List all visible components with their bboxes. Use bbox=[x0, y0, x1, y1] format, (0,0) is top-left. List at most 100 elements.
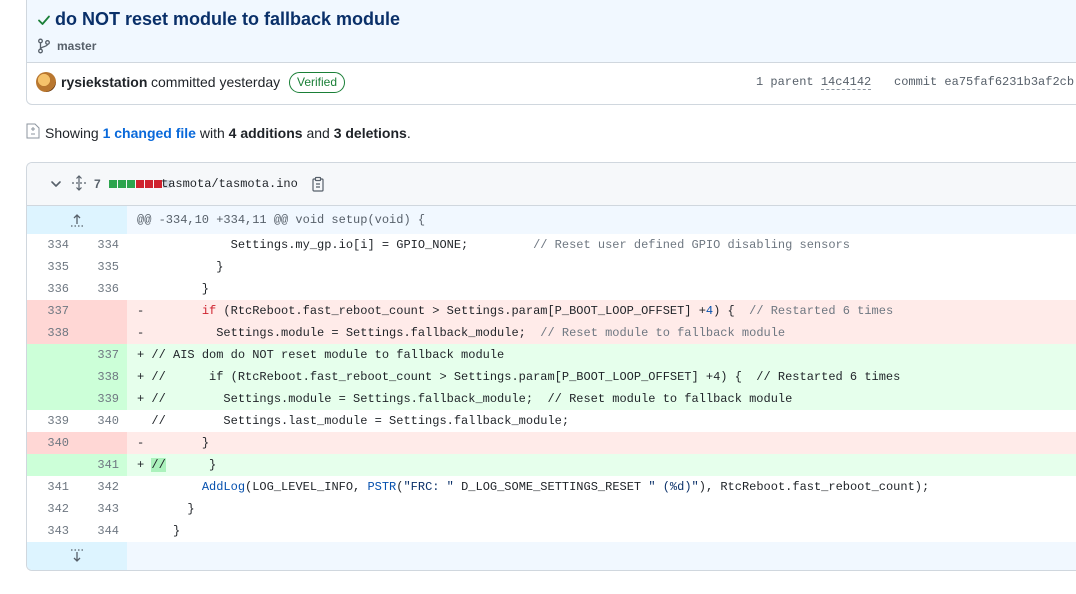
old-line-number[interactable]: 336 bbox=[27, 278, 77, 300]
diffstat-block-add bbox=[118, 180, 126, 188]
deletions-count: 3 deletions bbox=[333, 125, 407, 141]
new-line-number[interactable] bbox=[77, 432, 127, 454]
line-code: } bbox=[137, 260, 224, 274]
old-line-number[interactable]: 338 bbox=[27, 322, 77, 344]
new-line-number[interactable]: 336 bbox=[77, 278, 127, 300]
new-line-number[interactable]: 342 bbox=[77, 476, 127, 498]
expand-down-gutter[interactable] bbox=[27, 542, 127, 570]
line-code: + // Settings.module = Settings.fallback… bbox=[127, 388, 1076, 410]
diff-line-ctx: 335 335 } bbox=[27, 256, 1076, 278]
line-code: + // AIS dom do NOT reset module to fall… bbox=[127, 344, 1076, 366]
commit-header: do NOT reset module to fallback module m… bbox=[26, 0, 1076, 105]
line-code: } bbox=[137, 282, 210, 296]
diff-line-add: 341 + // } bbox=[27, 454, 1076, 476]
new-line-number[interactable]: 341 bbox=[77, 454, 127, 476]
diff-line-del: 340 - } bbox=[27, 432, 1076, 454]
old-line-number[interactable] bbox=[27, 344, 77, 366]
old-line-number[interactable]: 343 bbox=[27, 520, 77, 542]
hunk-header: @@ -334,10 +334,11 @@ void setup(void) { bbox=[127, 206, 1076, 234]
file-path[interactable]: tasmota/tasmota.ino bbox=[161, 177, 298, 191]
new-line-number[interactable] bbox=[77, 300, 127, 322]
new-line-number[interactable]: 338 bbox=[77, 366, 127, 388]
expand-up-icon[interactable] bbox=[70, 212, 84, 228]
line-code: - if (RtcReboot.fast_reboot_count > Sett… bbox=[127, 300, 1076, 322]
expand-down-icon[interactable] bbox=[70, 548, 84, 564]
unfold-icon[interactable] bbox=[71, 175, 87, 191]
diffstat-block-del bbox=[136, 180, 144, 188]
diff-line-del: 337 - if (RtcReboot.fast_reboot_count > S… bbox=[27, 300, 1076, 322]
old-line-number[interactable]: 341 bbox=[27, 476, 77, 498]
additions-count: 4 additions bbox=[228, 125, 303, 141]
diff-line-add: 337 + // AIS dom do NOT reset module to f… bbox=[27, 344, 1076, 366]
diffstat-block-add bbox=[127, 180, 135, 188]
diff-count: 7 bbox=[94, 177, 101, 191]
summary-prefix: Showing bbox=[45, 125, 99, 141]
diff-line-add: 338 + // if (RtcReboot.fast_reboot_count … bbox=[27, 366, 1076, 388]
file-diff-icon bbox=[26, 123, 40, 139]
old-line-number[interactable]: 334 bbox=[27, 234, 77, 256]
commit-title-bar: do NOT reset module to fallback module m… bbox=[27, 0, 1076, 63]
commit-title: do NOT reset module to fallback module bbox=[55, 9, 401, 29]
branch-link[interactable]: master bbox=[57, 39, 96, 53]
check-icon bbox=[38, 15, 50, 25]
copy-icon[interactable] bbox=[311, 176, 325, 192]
line-code: // Settings.last_module = Settings.fallb… bbox=[137, 414, 570, 428]
diff-line-del: 338 - Settings.module = Settings.fallback… bbox=[27, 322, 1076, 344]
old-line-number[interactable]: 339 bbox=[27, 410, 77, 432]
verified-badge[interactable]: Verified bbox=[289, 72, 346, 93]
hunk-header-row: @@ -334,10 +334,11 @@ void setup(void) { bbox=[27, 206, 1076, 234]
commit-label: commit bbox=[894, 75, 938, 89]
diffstat-block-del bbox=[145, 180, 153, 188]
chevron-down-icon[interactable] bbox=[49, 177, 63, 191]
old-line-number[interactable]: 340 bbox=[27, 432, 77, 454]
commit-meta: rysiekstation committed yesterday Verifi… bbox=[27, 63, 1076, 105]
diff-line-ctx: 336 336 } bbox=[27, 278, 1076, 300]
line-code: + // if (RtcReboot.fast_reboot_count > S… bbox=[127, 366, 1076, 388]
diffstat-block-add bbox=[109, 180, 117, 188]
line-code: } bbox=[137, 502, 195, 516]
line-code: - Settings.module = Settings.fallback_mo… bbox=[127, 322, 1076, 344]
old-line-number[interactable] bbox=[27, 454, 77, 476]
diff-line-ctx: 334 334 Settings.my_gp.io[i] = GPIO_NONE;… bbox=[27, 234, 1076, 256]
new-line-number[interactable]: 343 bbox=[77, 498, 127, 520]
new-line-number[interactable]: 335 bbox=[77, 256, 127, 278]
summary-end: . bbox=[406, 125, 411, 141]
changed-files-link[interactable]: 1 changed file bbox=[103, 125, 196, 141]
diff-table: @@ -334,10 +334,11 @@ void setup(void) {… bbox=[27, 206, 1076, 570]
new-line-number[interactable] bbox=[77, 322, 127, 344]
parent-label: 1 parent bbox=[756, 75, 814, 89]
author-link[interactable]: rysiekstation bbox=[61, 74, 147, 90]
hunk-footer-row bbox=[27, 542, 1076, 570]
expand-up-gutter[interactable] bbox=[27, 206, 127, 234]
line-code: - } bbox=[127, 432, 1076, 454]
parent-info: 1 parent 14c4142 bbox=[756, 75, 872, 90]
summary-text: Showing 1 changed file with 4 additions … bbox=[45, 125, 411, 141]
avatar[interactable] bbox=[36, 72, 56, 92]
parent-sha-link[interactable]: 14c4142 bbox=[820, 75, 872, 90]
commit-sha: commit ea75faf6231b3af2cb bbox=[894, 75, 1074, 89]
line-code: Settings.my_gp.io[i] = GPIO_NONE; // Res… bbox=[137, 238, 850, 252]
committed-time: committed yesterday bbox=[151, 74, 281, 90]
summary-and: and bbox=[306, 125, 330, 141]
new-line-number[interactable]: 344 bbox=[77, 520, 127, 542]
line-code: } bbox=[137, 524, 181, 538]
diff-line-ctx: 341 342 AddLog(LOG_LEVEL_INFO, PSTR("FRC:… bbox=[27, 476, 1076, 498]
diff-line-ctx: 343 344 } bbox=[27, 520, 1076, 542]
old-line-number[interactable]: 342 bbox=[27, 498, 77, 520]
line-code: + // } bbox=[127, 454, 1076, 476]
new-line-number[interactable]: 337 bbox=[77, 344, 127, 366]
new-line-number[interactable]: 340 bbox=[77, 410, 127, 432]
hunk-footer bbox=[127, 542, 1076, 570]
old-line-number[interactable]: 337 bbox=[27, 300, 77, 322]
old-line-number[interactable] bbox=[27, 366, 77, 388]
old-line-number[interactable] bbox=[27, 388, 77, 410]
diff-line-add: 339 + // Settings.module = Settings.fallb… bbox=[27, 388, 1076, 410]
diff-line-ctx: 339 340 // Settings.last_module = Setting… bbox=[27, 410, 1076, 432]
file-header: 7 tasmota/tasmota.ino bbox=[27, 163, 1076, 206]
diff-line-ctx: 342 343 } bbox=[27, 498, 1076, 520]
commit-sha-value[interactable]: ea75faf6231b3af2cb bbox=[944, 75, 1074, 89]
new-line-number[interactable]: 334 bbox=[77, 234, 127, 256]
old-line-number[interactable]: 335 bbox=[27, 256, 77, 278]
summary-with: with bbox=[199, 125, 225, 141]
new-line-number[interactable]: 339 bbox=[77, 388, 127, 410]
